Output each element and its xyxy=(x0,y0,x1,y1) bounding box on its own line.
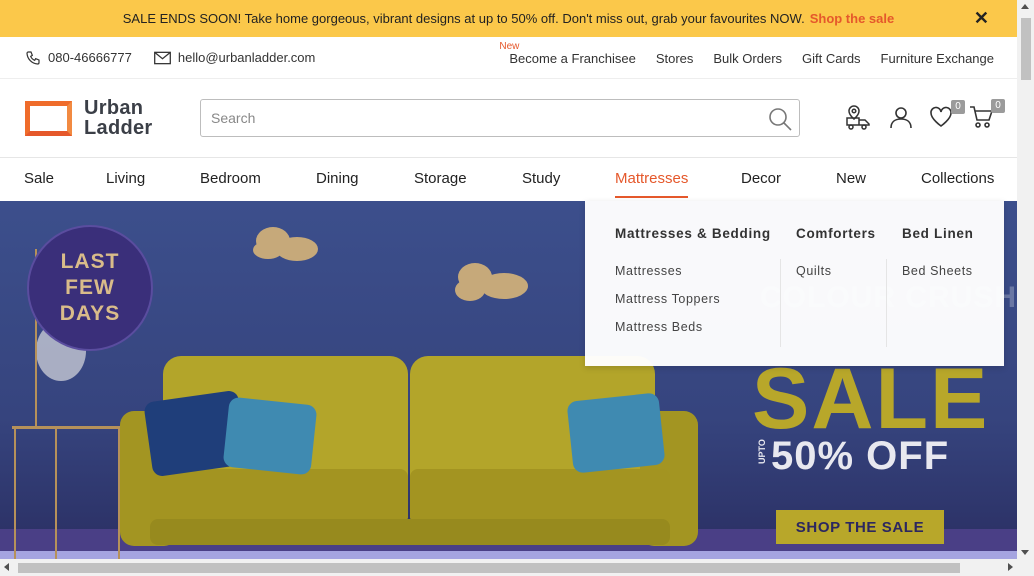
phone-contact[interactable]: 080-46666777 xyxy=(25,50,132,66)
wishlist-button[interactable]: 0 xyxy=(929,100,965,133)
track-order-button[interactable] xyxy=(845,104,873,135)
track-order-icon xyxy=(846,105,870,130)
nav-study[interactable]: Study xyxy=(522,170,560,187)
dropdown-column-mattresses-bedding: Mattresses & Bedding Mattresses Mattress… xyxy=(615,226,771,348)
shop-the-sale-link[interactable]: Shop the sale xyxy=(810,11,895,26)
mattresses-dropdown: Mattresses & Bedding Mattresses Mattress… xyxy=(585,201,1004,366)
side-table-top xyxy=(12,426,120,429)
sale-headline: SALE xyxy=(752,351,990,447)
scroll-down-arrow-icon[interactable] xyxy=(1021,550,1029,555)
scroll-right-arrow-icon[interactable] xyxy=(1008,563,1013,571)
sofa-seat-left xyxy=(150,469,408,524)
discount-value: 50% OFF xyxy=(771,434,950,478)
last-few-days-badge: LAST FEW DAYS xyxy=(27,225,153,351)
nav-bedroom[interactable]: Bedroom xyxy=(200,170,261,187)
become-franchisee-link[interactable]: New Become a Franchisee xyxy=(499,41,636,66)
bulk-orders-link[interactable]: Bulk Orders xyxy=(713,51,782,66)
nav-dining[interactable]: Dining xyxy=(316,170,359,187)
logo-line-1: Urban xyxy=(84,97,144,119)
promo-message: SALE ENDS SOON! Take home gorgeous, vibr… xyxy=(122,11,805,26)
sofa-base xyxy=(150,519,670,545)
dropdown-link-quilts[interactable]: Quilts xyxy=(796,264,876,278)
nav-storage[interactable]: Storage xyxy=(414,170,467,187)
new-tag: New xyxy=(499,40,520,52)
horizontal-scroll-thumb[interactable] xyxy=(18,563,960,573)
site-header: Urban Ladder 0 0 xyxy=(0,80,1017,158)
profile-button[interactable] xyxy=(889,105,913,134)
search-icon[interactable] xyxy=(767,106,793,132)
mail-icon xyxy=(153,51,171,64)
search-box xyxy=(200,99,800,137)
profile-icon xyxy=(890,107,912,129)
dropdown-divider xyxy=(886,259,887,347)
shop-the-sale-button[interactable]: SHOP THE SALE xyxy=(776,510,944,544)
upto-label: UPTO xyxy=(757,438,767,464)
phone-icon xyxy=(26,50,40,65)
dropdown-heading[interactable]: Mattresses & Bedding xyxy=(615,226,771,241)
gift-cards-link[interactable]: Gift Cards xyxy=(802,51,861,66)
sofa-seat-right xyxy=(410,469,670,524)
dropdown-column-bed-linen: Bed Linen Bed Sheets xyxy=(902,226,974,292)
vertical-scroll-thumb[interactable] xyxy=(1021,18,1031,80)
badge-line-3: DAYS xyxy=(59,302,121,325)
logo-text: Urban Ladder xyxy=(84,98,152,138)
scroll-left-arrow-icon[interactable] xyxy=(4,563,9,571)
wishlist-count-badge: 0 xyxy=(951,100,965,114)
cloud xyxy=(455,279,485,301)
promo-banner: SALE ENDS SOON! Take home gorgeous, vibr… xyxy=(0,0,1017,37)
side-table-leg xyxy=(55,429,57,561)
email-address: hello@urbanladder.com xyxy=(177,50,316,65)
cloud xyxy=(253,241,283,259)
nav-mattresses[interactable]: Mattresses xyxy=(615,170,689,198)
discount-text: UPTO 50% OFF xyxy=(755,434,949,479)
badge-line-2: FEW xyxy=(65,276,115,299)
nav-new[interactable]: New xyxy=(836,170,866,187)
nav-decor[interactable]: Decor xyxy=(741,170,781,187)
pillow-teal xyxy=(222,396,318,476)
utility-bar: 080-46666777 hello@urbanladder.com New B… xyxy=(0,37,1017,79)
wishlist-icon xyxy=(930,106,952,127)
logo-mark xyxy=(25,100,72,136)
search-input[interactable] xyxy=(211,110,751,126)
cart-icon xyxy=(970,106,994,128)
dropdown-link-mattresses[interactable]: Mattresses xyxy=(615,264,771,278)
pillow-teal-right xyxy=(566,392,666,474)
nav-sale[interactable]: Sale xyxy=(24,170,54,187)
dropdown-heading[interactable]: Comforters xyxy=(796,226,876,241)
vertical-scrollbar[interactable] xyxy=(1017,0,1034,559)
become-franchisee-label: Become a Franchisee xyxy=(509,50,636,66)
cart-button[interactable]: 0 xyxy=(969,99,1005,134)
scroll-up-arrow-icon[interactable] xyxy=(1021,4,1029,9)
email-contact[interactable]: hello@urbanladder.com xyxy=(153,50,316,65)
dropdown-link-mattress-beds[interactable]: Mattress Beds xyxy=(615,320,771,334)
dropdown-link-mattress-toppers[interactable]: Mattress Toppers xyxy=(615,292,771,306)
badge-line-1: LAST xyxy=(60,250,120,273)
cart-count-badge: 0 xyxy=(991,99,1005,113)
stores-link[interactable]: Stores xyxy=(656,51,694,66)
close-promo-button[interactable]: ✕ xyxy=(974,8,989,28)
horizontal-scrollbar[interactable] xyxy=(0,559,1034,576)
nav-living[interactable]: Living xyxy=(106,170,145,187)
urban-ladder-logo[interactable]: Urban Ladder xyxy=(25,98,152,138)
dropdown-column-comforters: Comforters Quilts xyxy=(796,226,876,292)
phone-number: 080-46666777 xyxy=(48,50,132,65)
furniture-exchange-link[interactable]: Furniture Exchange xyxy=(881,51,994,66)
cloud xyxy=(480,273,528,299)
nav-collections[interactable]: Collections xyxy=(921,170,994,187)
side-table-leg xyxy=(14,429,16,561)
category-nav: Sale Living Bedroom Dining Storage Study… xyxy=(0,158,1017,201)
dropdown-heading[interactable]: Bed Linen xyxy=(902,226,974,241)
dropdown-divider xyxy=(780,259,781,347)
dropdown-link-bed-sheets[interactable]: Bed Sheets xyxy=(902,264,974,278)
logo-line-2: Ladder xyxy=(84,117,153,139)
